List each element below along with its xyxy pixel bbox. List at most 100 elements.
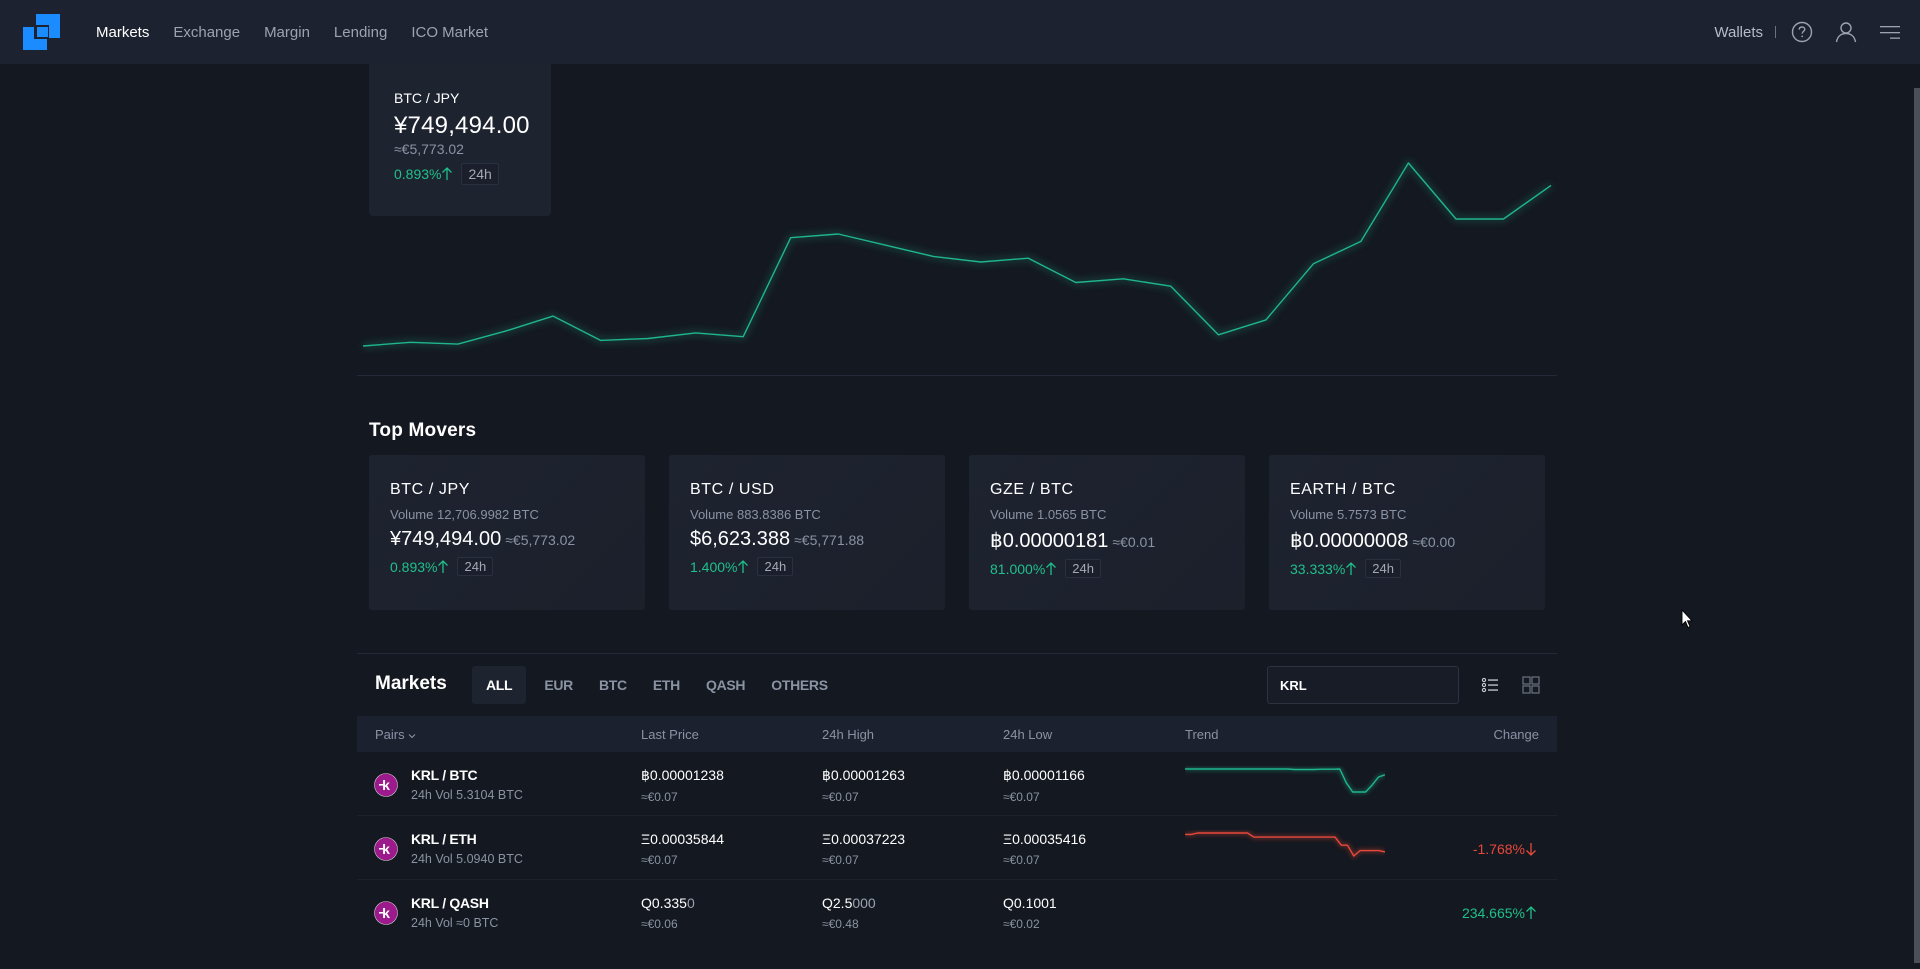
featured-pair-name: BTC / JPY: [394, 90, 460, 106]
row-pair: KRL / ETH: [411, 831, 477, 847]
market-search-input[interactable]: [1267, 666, 1459, 704]
arrow-up-icon: [738, 559, 749, 573]
nav-ico-market[interactable]: ICO Market: [411, 24, 488, 41]
col-trend: Trend: [1185, 727, 1219, 742]
mover-pair: EARTH / BTC: [1290, 481, 1396, 498]
account-nav: Wallets: [1714, 0, 1920, 64]
row-pair: KRL / BTC: [411, 767, 478, 783]
arrow-down-icon: [1526, 843, 1536, 856]
row-24h-high: ฿0.00001263 ≈€0.07: [822, 767, 905, 804]
krl-coin-icon: k: [374, 773, 398, 797]
arrow-up-icon: [438, 559, 449, 573]
list-view-icon[interactable]: [1480, 674, 1502, 696]
featured-pair-price: ¥749,494.00: [394, 112, 530, 139]
last-price-value: ฿0.00001238: [641, 767, 724, 783]
nav-markets[interactable]: Markets: [96, 24, 149, 41]
svg-text:k: k: [382, 905, 390, 921]
timeframe-badge: 24h: [757, 557, 794, 576]
mover-change: 33.333%: [1290, 560, 1346, 577]
low-eur: ≈€0.02: [1003, 917, 1040, 931]
market-filter-tabs: ALL EUR BTC ETH QASH OTHERS: [472, 666, 854, 704]
featured-change-percent: 0.893%: [394, 166, 442, 182]
last-price-eur: ≈€0.07: [641, 853, 678, 867]
last-price-eur: ≈€0.07: [641, 790, 678, 804]
high-eur: ≈€0.48: [822, 917, 859, 931]
top-mover-card[interactable]: BTC / USD Volume 883.8386 BTC $6,623.388…: [669, 455, 945, 610]
featured-pair-card[interactable]: BTC / JPY ¥749,494.00 ≈€5,773.02 0.893% …: [369, 64, 551, 216]
col-last-price[interactable]: Last Price: [641, 727, 699, 742]
mover-eur: ≈€5,773.02: [505, 532, 576, 548]
mover-price: ฿0.00000181: [990, 530, 1109, 552]
row-last-price: ฿0.00001238 ≈€0.07: [641, 767, 724, 804]
high-value: Q2.5000: [822, 895, 876, 911]
timeframe-badge: 24h: [1365, 559, 1401, 578]
tab-eur[interactable]: EUR: [544, 666, 573, 704]
high-eur: ≈€0.07: [822, 790, 859, 804]
page-scrollbar-thumb[interactable]: [1914, 88, 1920, 963]
featured-change-row: 0.893% 24h: [394, 163, 551, 185]
nav-exchange[interactable]: Exchange: [173, 24, 240, 41]
chart-divider: [357, 375, 1557, 376]
krl-coin-icon: k: [374, 901, 398, 925]
top-mover-card[interactable]: GZE / BTC Volume 1.0565 BTC ฿0.00000181 …: [969, 455, 1245, 610]
mover-change: 1.400%: [690, 558, 738, 575]
top-mover-card[interactable]: BTC / JPY Volume 12,706.9982 BTC ¥749,49…: [369, 455, 645, 610]
tab-btc[interactable]: BTC: [599, 666, 627, 704]
mover-change-row: 0.893% 24h: [390, 557, 645, 576]
mouse-cursor-icon: [1681, 609, 1693, 629]
mover-volume: Volume 5.7573 BTC: [1290, 507, 1407, 522]
top-movers-title: Top Movers: [369, 420, 477, 441]
row-volume: 24h Vol ≈0 BTC: [411, 916, 499, 930]
tab-eth[interactable]: ETH: [653, 666, 680, 704]
top-mover-card[interactable]: EARTH / BTC Volume 5.7573 BTC ฿0.0000000…: [1269, 455, 1545, 610]
markets-title: Markets: [375, 673, 447, 694]
row-volume: 24h Vol 5.3104 BTC: [411, 788, 523, 802]
account-button[interactable]: [1834, 20, 1858, 44]
mover-change-row: 33.333% 24h: [1290, 559, 1545, 578]
low-value: Ξ0.00035416: [1003, 831, 1087, 847]
col-24h-high[interactable]: 24h High: [822, 727, 874, 742]
market-row[interactable]: k KRL / QASH 24h Vol ≈0 BTC Q0.3350 ≈€0.…: [357, 880, 1557, 944]
last-price-eur: ≈€0.06: [641, 917, 678, 931]
tab-others[interactable]: OTHERS: [771, 666, 828, 704]
last-price-value: Q0.3350: [641, 895, 695, 911]
nav-divider: [1775, 26, 1776, 38]
row-24h-low: ฿0.00001166 ≈€0.07: [1003, 767, 1085, 804]
svg-text:k: k: [382, 777, 390, 793]
mover-change-row: 81.000% 24h: [990, 559, 1245, 578]
mover-pair: GZE / BTC: [990, 481, 1074, 498]
row-volume: 24h Vol 5.0940 BTC: [411, 852, 523, 866]
mover-price: ฿0.00000008: [1290, 530, 1409, 552]
row-change: 234.665%: [1462, 905, 1537, 921]
col-pairs-label: Pairs: [375, 727, 405, 742]
mover-price-row: ¥749,494.00 ≈€5,773.02: [390, 528, 645, 551]
high-eur: ≈€0.07: [822, 853, 859, 867]
col-24h-low[interactable]: 24h Low: [1003, 727, 1052, 742]
menu-button[interactable]: [1878, 20, 1902, 44]
tab-qash[interactable]: QASH: [706, 666, 746, 704]
col-pairs[interactable]: Pairs: [375, 727, 416, 742]
high-trailing: 000: [852, 895, 876, 911]
sparkline-glow: [1185, 766, 1385, 794]
market-row[interactable]: k KRL / ETH 24h Vol 5.0940 BTC Ξ0.000358…: [357, 816, 1557, 880]
wallets-link[interactable]: Wallets: [1714, 24, 1763, 41]
timeframe-badge: 24h: [461, 163, 499, 185]
help-button[interactable]: [1790, 20, 1814, 44]
row-trend-sparkline: [1185, 831, 1385, 860]
col-change[interactable]: Change: [1493, 727, 1539, 742]
mover-eur: ≈€0.01: [1112, 534, 1156, 550]
arrow-up-icon: [1046, 561, 1057, 575]
nav-lending[interactable]: Lending: [334, 24, 387, 41]
tab-all[interactable]: ALL: [472, 666, 527, 704]
row-24h-low: Q0.1001 ≈€0.02: [1003, 895, 1057, 931]
grid-view-icon[interactable]: [1520, 674, 1542, 696]
mover-volume: Volume 1.0565 BTC: [990, 507, 1107, 522]
row-24h-high: Q2.5000 ≈€0.48: [822, 895, 876, 931]
nav-margin[interactable]: Margin: [264, 24, 310, 41]
mover-eur: ≈€5,771.88: [794, 532, 865, 548]
liquid-logo-icon[interactable]: [23, 14, 60, 50]
high-main: Q2.5: [822, 895, 853, 911]
market-row[interactable]: k KRL / BTC 24h Vol 5.3104 BTC ฿0.000012…: [357, 752, 1557, 816]
low-eur: ≈€0.07: [1003, 790, 1040, 804]
featured-pair-eur: ≈€5,773.02: [394, 141, 464, 157]
